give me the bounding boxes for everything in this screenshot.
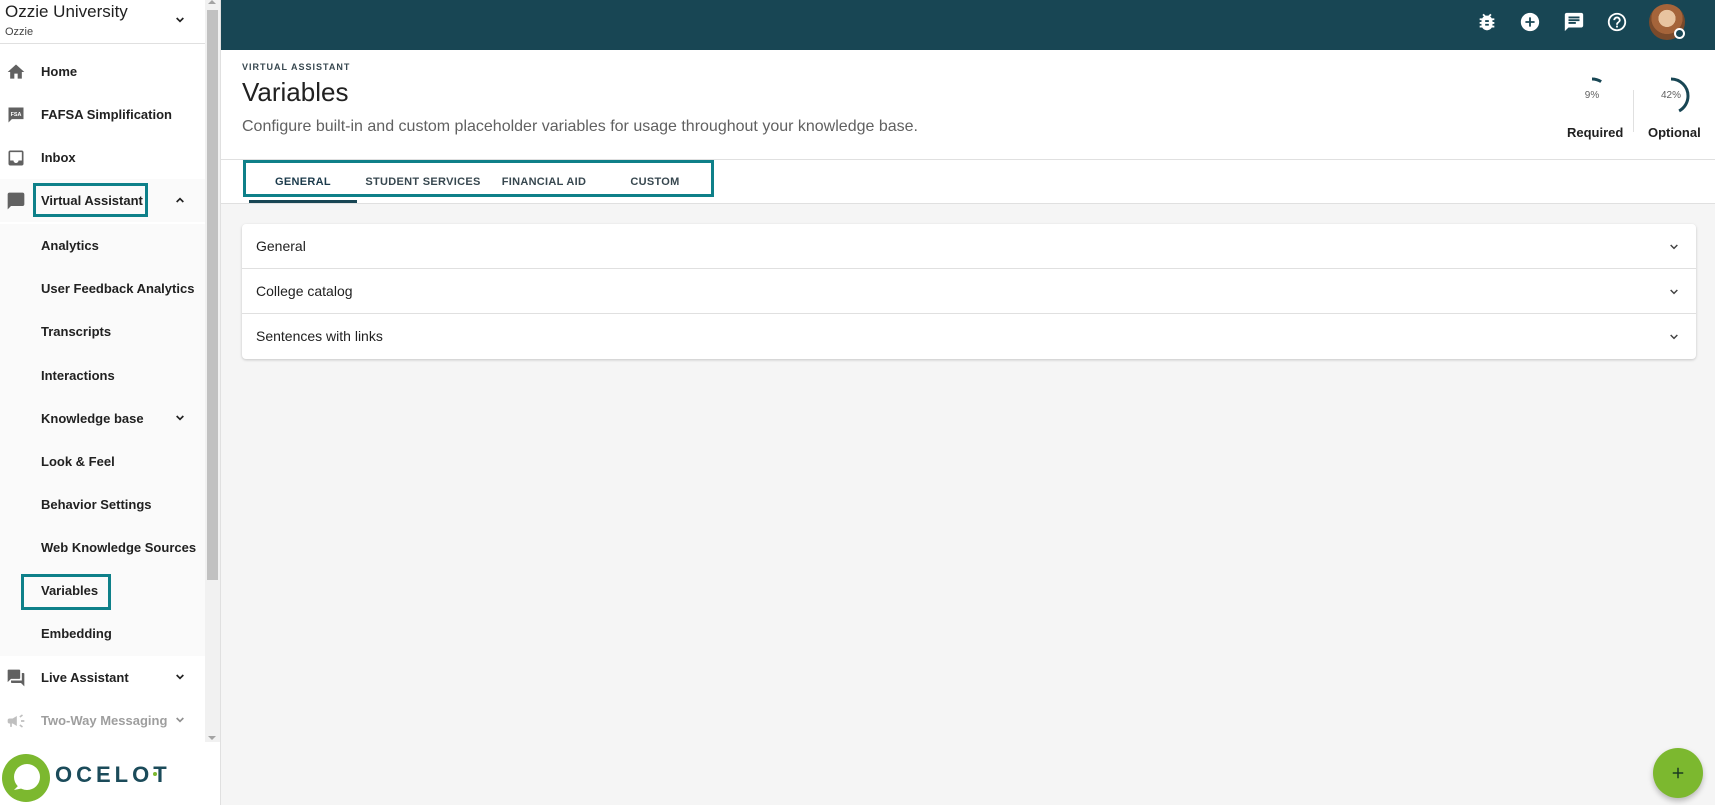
optional-progress-gauge: 42% <box>1651 76 1691 116</box>
sidebar-subitem-label: Analytics <box>41 238 99 253</box>
org-switcher[interactable]: Ozzie University Ozzie <box>0 0 205 44</box>
gauge-divider <box>1633 90 1634 132</box>
sidebar-item-inbox[interactable]: Inbox <box>0 136 205 179</box>
sidebar-subitem-label: Knowledge base <box>41 411 144 426</box>
sidebar-subitem-label: Embedding <box>41 626 112 641</box>
sidebar-subitem-knowledge-base[interactable]: Knowledge base <box>0 397 205 440</box>
sidebar-subitem-label: Look & Feel <box>41 454 115 469</box>
help-icon[interactable] <box>1606 11 1628 33</box>
sidebar-nav: Ozzie University Ozzie Home FSA FAFSA Si… <box>0 0 205 742</box>
optional-progress-value: 42% <box>1660 90 1681 101</box>
sidebar-item-label: Home <box>41 64 78 79</box>
svg-text:FSA: FSA <box>11 112 22 118</box>
sidebar-subitem-behavior-settings[interactable]: Behavior Settings <box>0 483 205 526</box>
sidebar-item-live-assistant[interactable]: Live Assistant <box>0 656 205 699</box>
megaphone-icon <box>7 714 25 728</box>
status-indicator <box>1674 28 1685 39</box>
scrollbar-thumb[interactable] <box>207 10 218 580</box>
feedback-icon[interactable] <box>1563 11 1585 33</box>
sidebar-subitem-label: Web Knowledge Sources <box>41 540 197 555</box>
highlight-virtual-assistant <box>33 183 148 217</box>
sidebar-subitem-label: Transcripts <box>41 324 112 339</box>
chevron-up-icon[interactable] <box>172 192 188 208</box>
chevron-down-icon[interactable] <box>172 712 188 728</box>
add-variable-button[interactable] <box>1653 748 1703 798</box>
chevron-down-icon[interactable] <box>1666 284 1682 300</box>
highlight-variables <box>21 574 111 610</box>
chevron-down-icon[interactable] <box>1666 239 1682 255</box>
sidebar-scrollbar[interactable] <box>205 0 220 742</box>
required-progress-label: Required <box>1567 125 1624 140</box>
chevron-down-icon[interactable] <box>172 669 188 685</box>
logo-dot <box>153 772 157 776</box>
sidebar-subitem-embedding[interactable]: Embedding <box>0 612 205 655</box>
org-subtitle: Ozzie <box>5 26 34 38</box>
accordion-label: General <box>256 238 306 254</box>
scroll-up-arrow-icon[interactable] <box>208 0 216 4</box>
page-header: VIRTUAL ASSISTANT Variables Configure bu… <box>221 50 1715 160</box>
tab-bar: GENERAL STUDENT SERVICES FINANCIAL AID C… <box>221 160 1715 204</box>
accordion-label: Sentences with links <box>256 328 383 344</box>
sidebar-subitem-analytics[interactable]: Analytics <box>0 224 205 267</box>
sidebar-subitem-interactions[interactable]: Interactions <box>0 354 205 397</box>
sidebar-item-label: Inbox <box>41 150 76 165</box>
bug-icon[interactable] <box>1476 11 1498 33</box>
plus-icon <box>1672 767 1684 779</box>
accordion-item-college-catalog[interactable]: College catalog <box>242 269 1696 314</box>
accordion-label: College catalog <box>256 283 353 299</box>
chevron-down-icon[interactable] <box>172 410 188 426</box>
accordion-item-general[interactable]: General <box>242 224 1696 269</box>
sidebar-item-fafsa[interactable]: FSA FAFSA Simplification <box>0 93 205 136</box>
add-circle-icon[interactable] <box>1519 11 1541 33</box>
sidebar-subitem-label: Behavior Settings <box>41 497 152 512</box>
accordion-item-sentences-with-links[interactable]: Sentences with links <box>242 314 1696 359</box>
chevron-down-icon[interactable] <box>172 12 188 28</box>
sidebar-subitem-web-knowledge-sources[interactable]: Web Knowledge Sources <box>0 526 205 569</box>
home-icon <box>7 64 25 79</box>
sidebar-item-home[interactable]: Home <box>0 50 205 93</box>
forum-icon <box>7 669 25 687</box>
variables-accordion: General College catalog Sentences with l… <box>242 224 1696 359</box>
sidebar-subitem-label: User Feedback Analytics <box>41 281 195 296</box>
page-eyebrow: VIRTUAL ASSISTANT <box>242 62 351 72</box>
sidebar-subitem-transcripts[interactable]: Transcripts <box>0 310 205 353</box>
sidebar-subitem-user-feedback-analytics[interactable]: User Feedback Analytics <box>0 267 205 310</box>
logo-mark-icon <box>2 754 50 802</box>
inbox-icon <box>8 150 24 166</box>
scroll-down-arrow-icon[interactable] <box>208 736 216 740</box>
chat-icon <box>7 192 25 210</box>
sidebar-subitem-label: Interactions <box>41 368 115 383</box>
top-bar <box>221 0 1715 50</box>
ocelot-logo: OCELOT <box>0 750 220 805</box>
page-title: Variables <box>242 77 349 107</box>
chevron-down-icon[interactable] <box>1666 329 1682 345</box>
sidebar-item-label: FAFSA Simplification <box>41 107 172 122</box>
optional-progress-label: Optional <box>1648 125 1701 140</box>
active-tab-indicator <box>249 200 357 203</box>
required-progress-value: 9% <box>1584 90 1600 101</box>
org-name: Ozzie University <box>5 2 128 21</box>
sidebar-item-label: Two-Way Messaging <box>41 713 168 728</box>
fsa-icon: FSA <box>8 107 24 123</box>
required-progress-gauge: 9% <box>1572 76 1612 116</box>
highlight-tabs <box>243 160 714 197</box>
sidebar-item-two-way-messaging[interactable]: Two-Way Messaging <box>0 699 205 742</box>
sidebar-item-label: Live Assistant <box>41 670 129 685</box>
sidebar: Ozzie University Ozzie Home FSA FAFSA Si… <box>0 0 221 805</box>
page-description: Configure built-in and custom placeholde… <box>242 118 918 135</box>
sidebar-subitem-look-feel[interactable]: Look & Feel <box>0 440 205 483</box>
